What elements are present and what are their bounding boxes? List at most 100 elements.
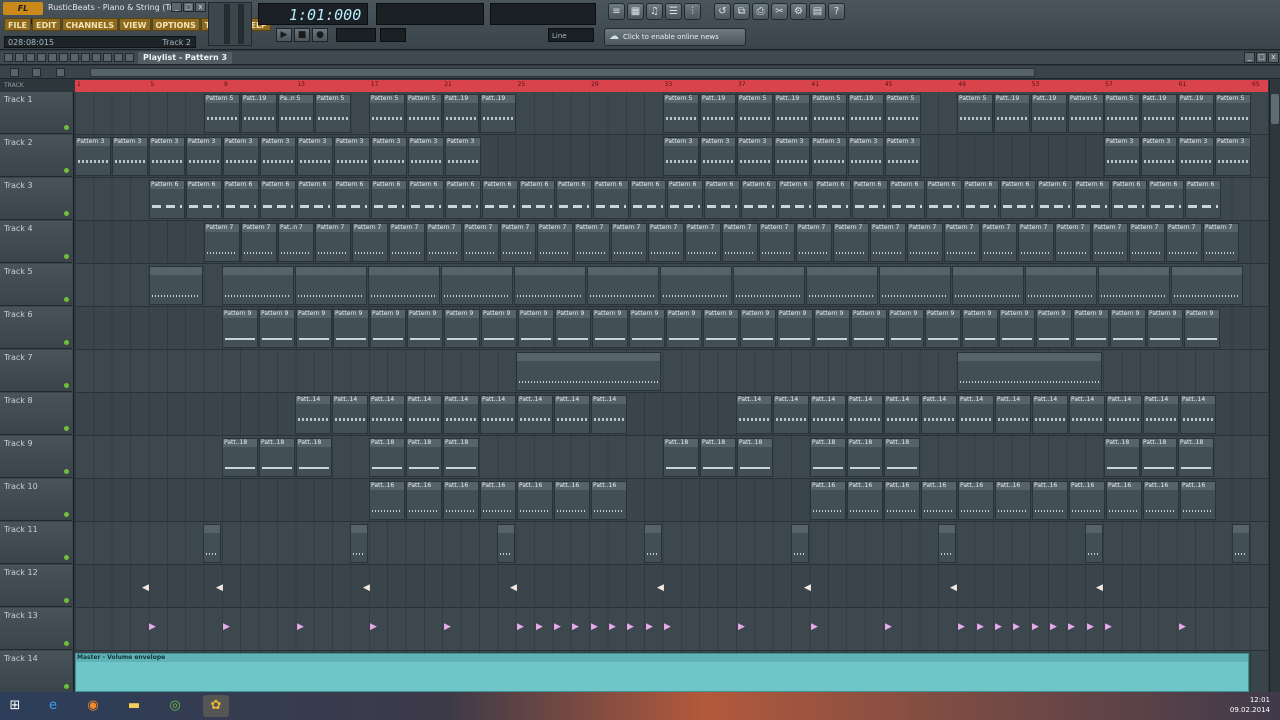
pattern-clip[interactable]: Pattern 9 xyxy=(518,309,554,348)
pattern-clip[interactable]: Pattern 5 xyxy=(811,94,847,133)
pattern-clip[interactable]: Patt..14 xyxy=(1180,395,1216,434)
pattern-clip[interactable]: Patt..14 xyxy=(773,395,809,434)
pattern-clip[interactable] xyxy=(149,266,203,305)
pattern-clip[interactable]: Patt..14 xyxy=(591,395,627,434)
pattern-clip[interactable]: Patt..18 xyxy=(663,438,699,477)
magnet-icon[interactable] xyxy=(114,53,123,62)
pattern-clip[interactable]: Pattern 3 xyxy=(1104,137,1140,176)
track-header[interactable]: Track 11 xyxy=(0,522,72,564)
track-header[interactable]: Track 8 xyxy=(0,393,72,435)
pattern-clip[interactable]: Pattern 7 xyxy=(722,223,758,262)
pattern-clip[interactable]: Patt..16 xyxy=(517,481,553,520)
track-active-led[interactable] xyxy=(64,125,69,130)
pattern-clip[interactable]: Pattern 3 xyxy=(848,137,884,176)
note-marker[interactable]: ▶ xyxy=(1178,622,1187,632)
mute-tool-icon[interactable] xyxy=(37,53,46,62)
pattern-clip[interactable]: Pattern 3 xyxy=(445,137,481,176)
pattern-clip[interactable]: Pattern 5 xyxy=(369,94,405,133)
piano-roll-icon[interactable]: ♫ xyxy=(646,3,663,20)
pattern-clip[interactable]: Pat..n 7 xyxy=(278,223,314,262)
pattern-clip[interactable]: Patt..14 xyxy=(369,395,405,434)
pattern-clip[interactable] xyxy=(1098,266,1170,305)
pattern-clip[interactable]: Pattern 5 xyxy=(406,94,442,133)
pattern-clip[interactable]: Pattern 7 xyxy=(907,223,943,262)
pattern-clip[interactable]: Pattern 7 xyxy=(463,223,499,262)
pattern-clip[interactable]: Pattern 9 xyxy=(1110,309,1146,348)
select-tool-icon[interactable] xyxy=(70,53,79,62)
pattern-clip[interactable]: Pattern 3 xyxy=(297,137,333,176)
pattern-clip[interactable]: Pattern 3 xyxy=(663,137,699,176)
track-active-led[interactable] xyxy=(64,555,69,560)
pattern-clip[interactable]: Patt..19 xyxy=(1178,94,1214,133)
pattern-clip[interactable]: Patt..14 xyxy=(406,395,442,434)
chrome-icon[interactable]: ◎ xyxy=(162,695,188,717)
track-active-led[interactable] xyxy=(64,684,69,689)
pattern-clip[interactable]: Pattern 7 xyxy=(426,223,462,262)
automation-marker[interactable]: ◀ xyxy=(656,583,665,593)
pattern-clip[interactable]: Pattern 6 xyxy=(1148,180,1184,219)
pattern-clip[interactable]: Pattern 7 xyxy=(1129,223,1165,262)
master-pitch-slider[interactable] xyxy=(238,4,244,44)
pattern-clip[interactable]: Patt..14 xyxy=(295,395,331,434)
pattern-clip[interactable]: Pattern 6 xyxy=(667,180,703,219)
menu-view[interactable]: VIEW xyxy=(119,18,151,31)
pattern-clip[interactable]: Pattern 3 xyxy=(700,137,736,176)
track-active-led[interactable] xyxy=(64,598,69,603)
pattern-clip[interactable]: Patt..16 xyxy=(369,481,405,520)
track-active-led[interactable] xyxy=(64,641,69,646)
note-marker[interactable]: ▶ xyxy=(590,622,599,632)
pattern-clip[interactable]: Patt..14 xyxy=(554,395,590,434)
render-icon[interactable]: ⎙ xyxy=(752,3,769,20)
windows-start-icon[interactable]: ⊞ xyxy=(2,695,28,717)
pattern-clip[interactable]: Patt..18 xyxy=(259,438,295,477)
pattern-clip[interactable]: Patt..16 xyxy=(591,481,627,520)
pattern-clip[interactable] xyxy=(587,266,659,305)
pattern-clip[interactable]: Patt..18 xyxy=(406,438,442,477)
vertical-scrollbar[interactable] xyxy=(1269,80,1280,692)
pattern-clip[interactable] xyxy=(806,266,878,305)
pattern-clip[interactable]: Patt..19 xyxy=(1031,94,1067,133)
pattern-clip[interactable]: Pattern 9 xyxy=(481,309,517,348)
automation-marker[interactable]: ◀ xyxy=(949,583,958,593)
pattern-clip[interactable] xyxy=(1232,524,1250,563)
pattern-clip[interactable]: Pattern 7 xyxy=(833,223,869,262)
mixer-icon[interactable]: ⫶ xyxy=(684,3,701,20)
note-marker[interactable]: ▶ xyxy=(737,622,746,632)
pattern-clip[interactable]: Patt..19 xyxy=(1141,94,1177,133)
pattern-clip[interactable]: Pattern 5 xyxy=(885,94,921,133)
pattern-clip[interactable] xyxy=(879,266,951,305)
playlist-title[interactable]: Playlist - Pattern 3 xyxy=(138,52,233,64)
playlist-grid[interactable]: 1 5 9 13 17 21 25 29 33 37 41 45 49 53 57 61 65 Pattern … xyxy=(75,80,1268,692)
pattern-clip[interactable]: Pattern 7 xyxy=(574,223,610,262)
pattern-clip[interactable]: Pattern 6 xyxy=(1185,180,1221,219)
pattern-clip[interactable]: Patt..16 xyxy=(1069,481,1105,520)
menu-channels[interactable]: CHANNELS xyxy=(61,18,119,31)
pattern-clip[interactable]: Pattern 6 xyxy=(149,180,185,219)
track-header[interactable]: Track 9 xyxy=(0,436,72,478)
pattern-list-icon[interactable] xyxy=(10,68,19,77)
track-header[interactable]: Track 4 xyxy=(0,221,72,263)
slice-tool-icon[interactable] xyxy=(59,53,68,62)
pattern-selector[interactable] xyxy=(380,28,406,42)
pattern-clip[interactable]: Pattern 6 xyxy=(408,180,444,219)
pattern-clip[interactable]: Pattern 7 xyxy=(204,223,240,262)
track-header[interactable]: Track 10 xyxy=(0,479,72,521)
pattern-clip[interactable]: Pattern 9 xyxy=(333,309,369,348)
pattern-clip[interactable]: Pattern 9 xyxy=(740,309,776,348)
vertical-scroll-thumb[interactable] xyxy=(1271,94,1279,124)
automation-marker[interactable]: ◀ xyxy=(215,583,224,593)
undo-icon[interactable]: ↺ xyxy=(714,3,731,20)
note-marker[interactable]: ▶ xyxy=(1104,622,1113,632)
pattern-clip[interactable]: Pattern 6 xyxy=(741,180,777,219)
pattern-clip[interactable]: Pattern 7 xyxy=(1092,223,1128,262)
track-header[interactable]: Track 3 xyxy=(0,178,72,220)
snap-tool-icon[interactable] xyxy=(103,53,112,62)
pattern-clip[interactable]: Pattern 6 xyxy=(704,180,740,219)
pattern-clip[interactable]: Pattern 9 xyxy=(259,309,295,348)
automation-marker[interactable]: ◀ xyxy=(803,583,812,593)
pattern-clip[interactable]: Pattern 6 xyxy=(371,180,407,219)
pattern-clip[interactable]: Patt..16 xyxy=(884,481,920,520)
fl-studio-taskbar-icon[interactable]: ✿ xyxy=(203,695,229,717)
pattern-clip[interactable]: Pattern 6 xyxy=(593,180,629,219)
note-marker[interactable]: ▶ xyxy=(571,622,580,632)
